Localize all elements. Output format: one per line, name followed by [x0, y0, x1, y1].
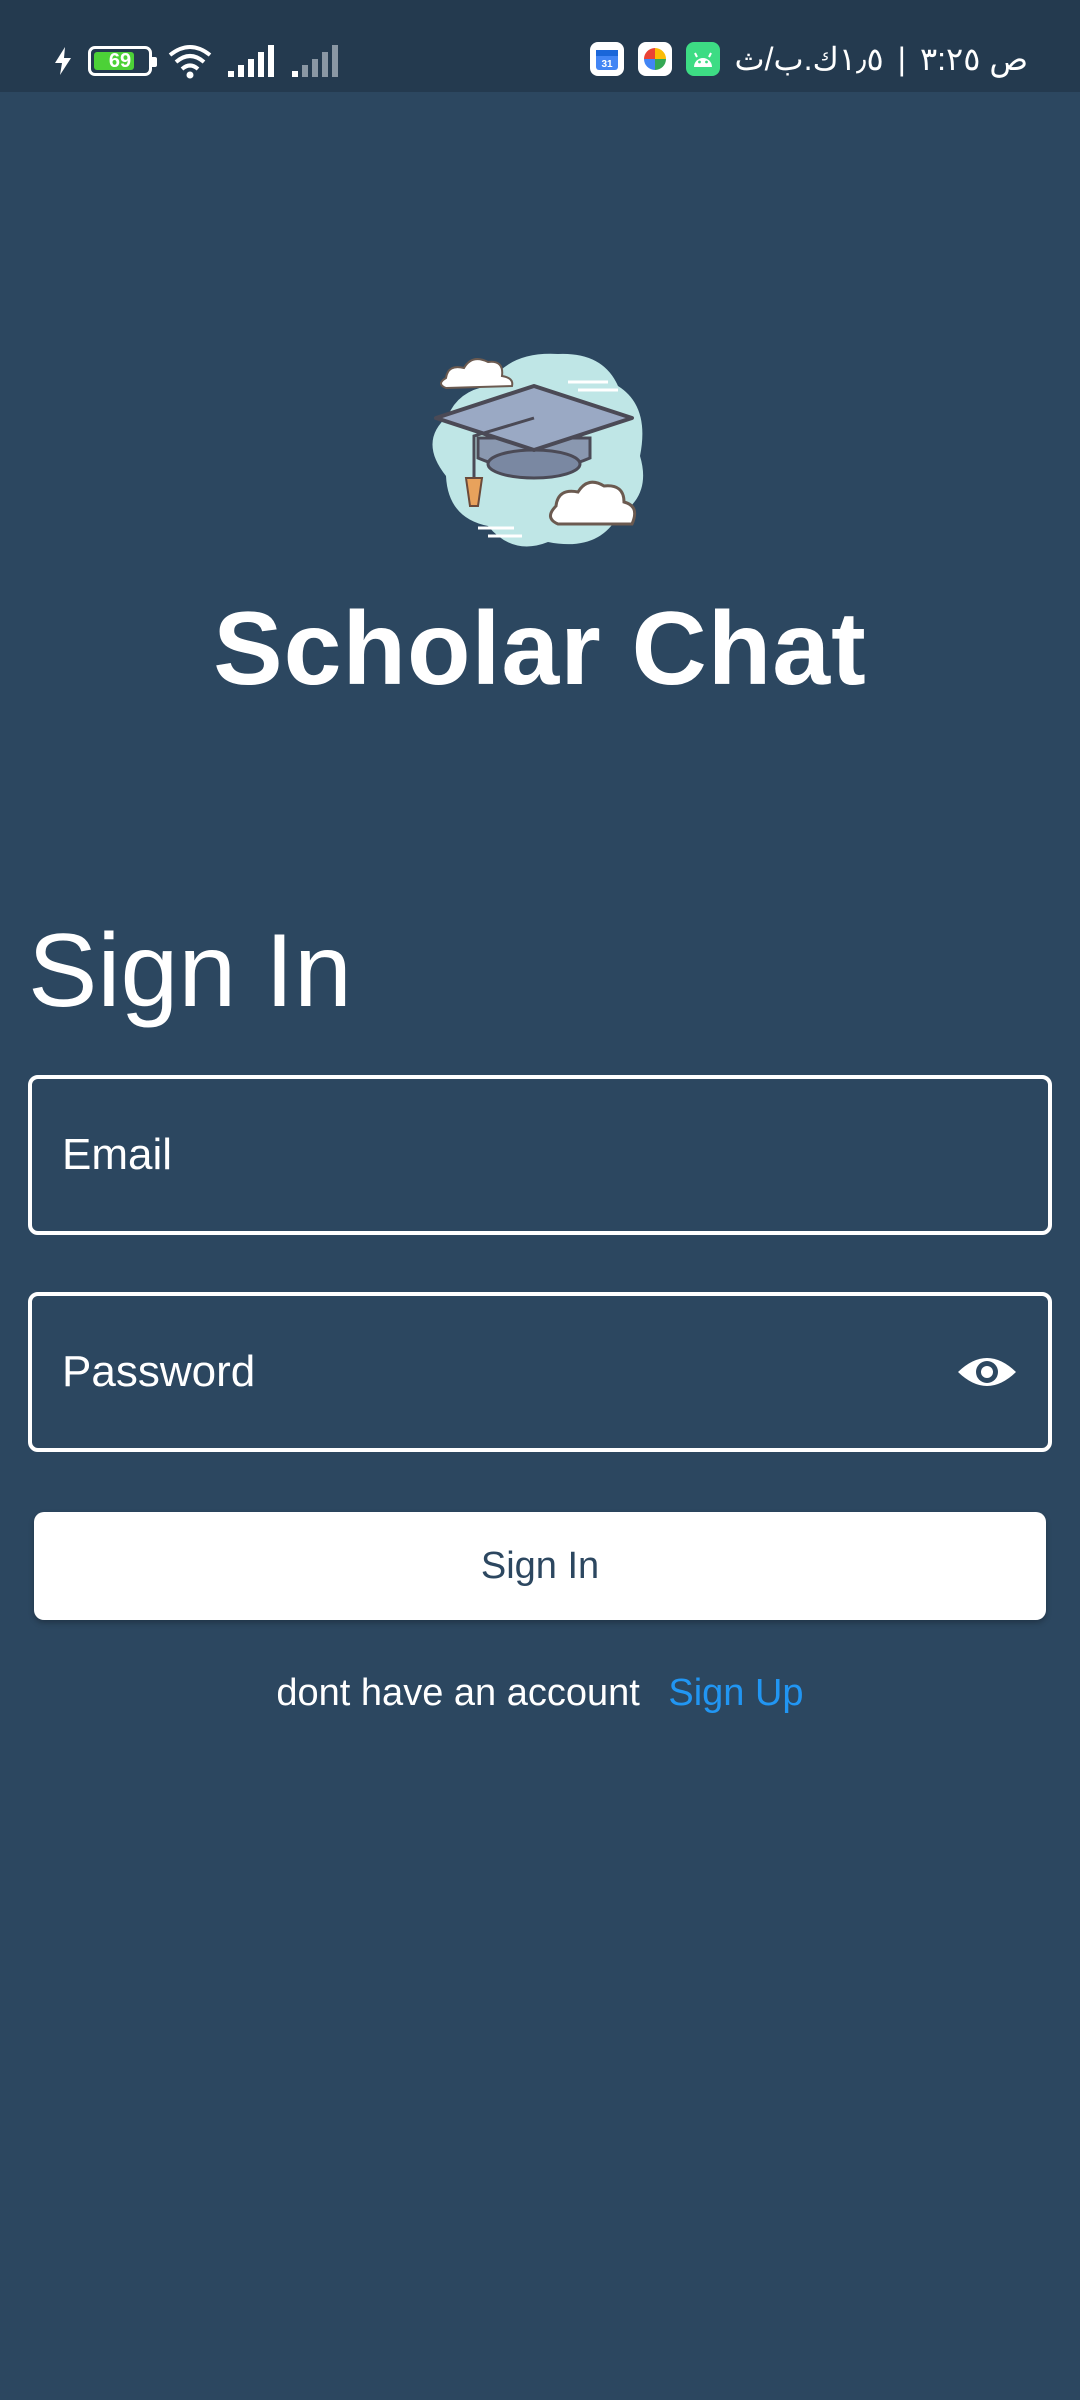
android-icon: [686, 42, 721, 76]
graduation-cap-icon: [432, 353, 644, 547]
password-field[interactable]: [32, 1296, 1048, 1448]
eye-icon[interactable]: [954, 1339, 1020, 1405]
battery-icon: 69: [88, 46, 157, 76]
status-right-group: 31 ١٫٥ك.ب/ث | ص ٣:٢٥: [590, 34, 1028, 84]
calendar-icon: 31: [590, 42, 625, 76]
status-bar: 69 31 ١٫٥ك.ب/ث | ص ٣:٢٥: [0, 0, 1080, 92]
status-left-group: 69: [52, 38, 342, 84]
clock: ص ٣:٢٥: [919, 41, 1028, 77]
network-speed: ١٫٥ك.ب/ث: [734, 41, 884, 77]
sign-up-link[interactable]: Sign Up: [668, 1672, 803, 1714]
sign-in-heading: Sign In: [28, 913, 352, 1029]
photos-icon: [638, 42, 673, 76]
email-field-container: [28, 1075, 1052, 1235]
svg-text:31: 31: [602, 59, 614, 70]
password-field-container: [28, 1292, 1052, 1452]
battery-level: 69: [108, 49, 132, 72]
signup-row: dont have an account Sign Up: [0, 1672, 1080, 1715]
email-field[interactable]: [32, 1079, 1048, 1231]
signup-prompt: dont have an account: [276, 1672, 640, 1714]
status-separator: |: [897, 40, 906, 77]
charging-icon: [55, 47, 71, 75]
signal-strong-icon: [228, 45, 274, 77]
wifi-icon: [168, 45, 212, 79]
signal-weak-icon: [292, 45, 338, 77]
app-title: Scholar Chat: [213, 591, 867, 707]
sign-in-button[interactable]: Sign In: [34, 1512, 1046, 1620]
